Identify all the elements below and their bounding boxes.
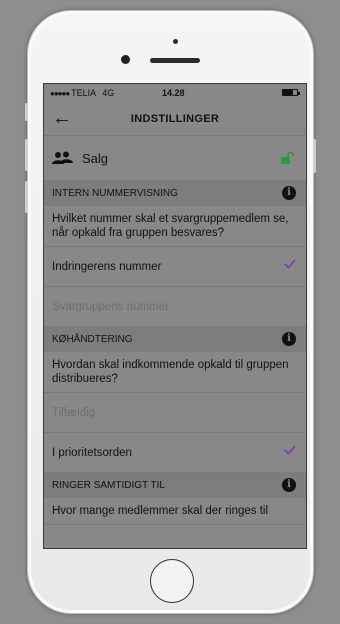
navigation-bar: ← INDSTILLINGER	[44, 102, 306, 136]
section-title: RINGER SAMTIDIGT TIL	[52, 480, 165, 491]
front-camera	[121, 55, 130, 64]
signal-icon: ●●●●●	[50, 88, 70, 98]
option-caller-number[interactable]: Indringerens nummer	[44, 247, 306, 287]
volume-down-button	[25, 181, 28, 213]
section-question: Hvor mange medlemmer skal der ringes til	[44, 498, 306, 525]
carrier-name: TELIA	[71, 88, 97, 98]
group-name: Salg	[82, 150, 109, 166]
section-title: INTERN NUMMERVISNING	[52, 188, 178, 199]
info-icon[interactable]: i	[282, 478, 296, 492]
clock: 14.28	[162, 88, 185, 98]
section-title: KØHÅNDTERING	[52, 334, 133, 345]
section-question: Hvordan skal indkommende opkald til grup…	[44, 352, 306, 393]
people-group-icon	[52, 151, 74, 165]
unlock-icon[interactable]	[281, 151, 294, 167]
option-label: Svargruppens nummer	[52, 300, 169, 313]
checkmark-icon	[284, 259, 296, 272]
home-button[interactable]	[150, 559, 194, 603]
option-label: Tilfældig	[52, 406, 96, 419]
option-random[interactable]: Tilfældig	[44, 393, 306, 433]
page-title: INDSTILLINGER	[130, 112, 220, 125]
app-screen: ●●●●● TELIA 4G 14.28 ← INDSTILLINGER Sal…	[43, 83, 307, 549]
option-priority-order[interactable]: I prioritetsorden	[44, 433, 306, 473]
group-row: Salg	[44, 136, 306, 181]
info-icon[interactable]: i	[282, 332, 296, 346]
battery-icon	[282, 89, 300, 96]
section-header-queue-handling: KØHÅNDTERING i	[44, 327, 306, 352]
earpiece-speaker	[150, 58, 200, 63]
network-type: 4G	[102, 88, 115, 98]
section-header-internal-number-display: INTERN NUMMERVISNING i	[44, 181, 306, 206]
proximity-sensor	[173, 39, 178, 44]
power-button	[313, 139, 316, 173]
option-group-number[interactable]: Svargruppens nummer	[44, 287, 306, 327]
option-label: Indringerens nummer	[52, 260, 162, 273]
info-icon[interactable]: i	[282, 186, 296, 200]
carrier-info: ●●●●● TELIA 4G	[50, 88, 114, 98]
volume-up-button	[25, 139, 28, 171]
silent-switch	[25, 103, 28, 121]
section-header-ring-simultaneously: RINGER SAMTIDIGT TIL i	[44, 473, 306, 498]
back-arrow-icon[interactable]: ←	[52, 108, 72, 128]
status-bar: ●●●●● TELIA 4G 14.28	[44, 84, 306, 102]
option-label: I prioritetsorden	[52, 446, 132, 459]
checkmark-icon	[284, 445, 296, 458]
phone-frame: ●●●●● TELIA 4G 14.28 ← INDSTILLINGER Sal…	[25, 10, 316, 614]
section-question: Hvilket nummer skal et svargruppemedlem …	[44, 206, 306, 247]
